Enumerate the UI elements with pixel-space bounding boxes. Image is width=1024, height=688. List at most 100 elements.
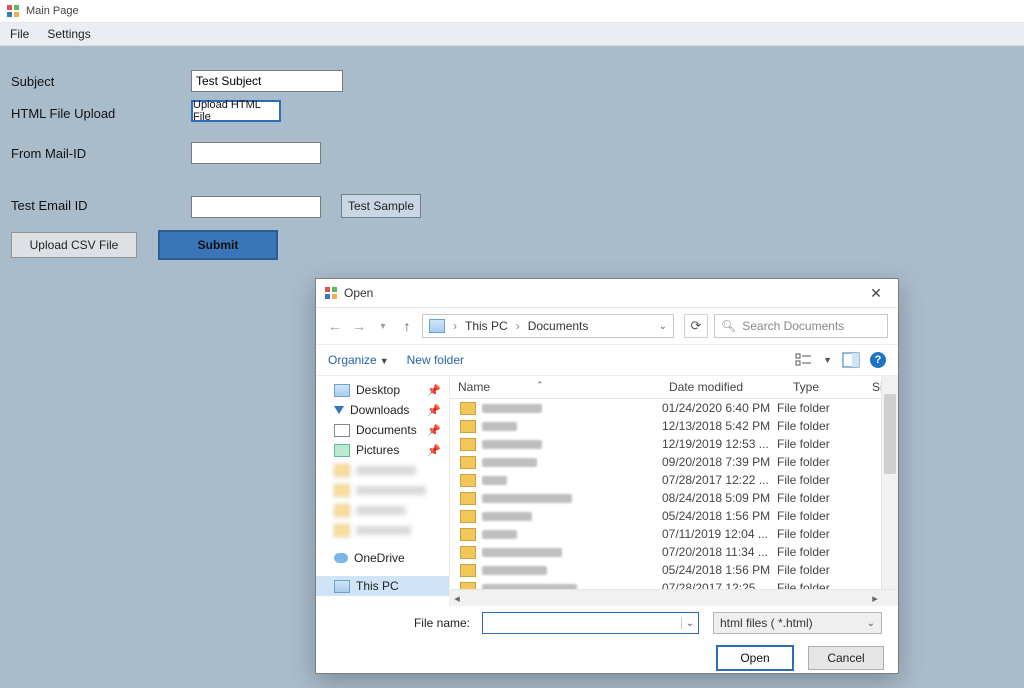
organize-label: Organize bbox=[328, 353, 377, 367]
upload-csv-button[interactable]: Upload CSV File bbox=[11, 232, 137, 258]
tree-item-redacted[interactable] bbox=[316, 480, 449, 500]
folder-icon bbox=[460, 456, 476, 469]
help-button[interactable]: ? bbox=[870, 352, 886, 368]
dialog-nav: ← → ▾ ↑ › This PC › Documents ⌄ ⟳ 🔍︎ Sea… bbox=[316, 308, 898, 345]
main-canvas: Subject HTML File Upload Upload HTML Fil… bbox=[0, 46, 1024, 688]
dialog-close-button[interactable]: ✕ bbox=[862, 282, 890, 304]
tree-this-pc[interactable]: This PC bbox=[316, 576, 449, 596]
tree-desktop[interactable]: Desktop📌 bbox=[316, 380, 449, 400]
table-row[interactable]: 09/20/2018 7:39 PMFile folder bbox=[450, 453, 898, 471]
address-bar[interactable]: › This PC › Documents ⌄ bbox=[422, 314, 674, 338]
table-row[interactable]: 05/24/2018 1:56 PMFile folder bbox=[450, 561, 898, 579]
menu-settings[interactable]: Settings bbox=[47, 27, 90, 41]
file-type: File folder bbox=[777, 455, 847, 469]
chevron-down-icon: ⌄ bbox=[867, 618, 875, 629]
preview-pane-button[interactable] bbox=[842, 352, 860, 368]
search-icon: 🔍︎ bbox=[721, 319, 736, 333]
tree-pictures[interactable]: Pictures📌 bbox=[316, 440, 449, 460]
upload-html-button[interactable]: Upload HTML File bbox=[191, 100, 281, 122]
file-type: File folder bbox=[777, 509, 847, 523]
file-rows: 01/24/2020 6:40 PMFile folder12/13/2018 … bbox=[450, 399, 898, 589]
tree-item-redacted[interactable] bbox=[316, 500, 449, 520]
refresh-button[interactable]: ⟳ bbox=[684, 314, 708, 338]
tree-network[interactable]: Network bbox=[316, 604, 449, 606]
file-name-redacted bbox=[482, 404, 542, 413]
file-date: 07/20/2018 11:34 ... bbox=[662, 545, 777, 559]
table-row[interactable]: 08/24/2018 5:09 PMFile folder bbox=[450, 489, 898, 507]
file-name-redacted bbox=[482, 494, 572, 503]
file-type-filter[interactable]: html files ( *.html) ⌄ bbox=[713, 612, 882, 634]
folder-icon bbox=[460, 510, 476, 523]
tree-onedrive[interactable]: OneDrive bbox=[316, 548, 449, 568]
file-name-redacted bbox=[482, 512, 532, 521]
submit-button-label: Submit bbox=[198, 238, 239, 252]
breadcrumb-folder[interactable]: Documents bbox=[528, 319, 589, 333]
file-name-redacted bbox=[482, 566, 547, 575]
vertical-scrollbar[interactable] bbox=[881, 376, 898, 606]
search-box[interactable]: 🔍︎ Search Documents bbox=[714, 314, 888, 338]
test-email-input[interactable] bbox=[191, 196, 321, 218]
menu-file[interactable]: File bbox=[10, 27, 29, 41]
open-file-dialog: Open ✕ ← → ▾ ↑ › This PC › Documents ⌄ ⟳… bbox=[315, 278, 899, 674]
file-name-combo[interactable]: ⌄ bbox=[482, 612, 699, 634]
pin-icon: 📌 bbox=[427, 424, 441, 437]
file-type: File folder bbox=[777, 437, 847, 451]
folder-icon bbox=[460, 402, 476, 415]
this-pc-icon bbox=[429, 319, 445, 333]
col-type[interactable]: Type bbox=[785, 376, 864, 398]
from-mail-input[interactable] bbox=[191, 142, 321, 164]
new-folder-button[interactable]: New folder bbox=[407, 353, 464, 367]
desktop-icon bbox=[334, 384, 350, 397]
table-row[interactable]: 01/24/2020 6:40 PMFile folder bbox=[450, 399, 898, 417]
file-date: 07/11/2019 12:04 ... bbox=[662, 527, 777, 541]
tree-item-label: Downloads bbox=[350, 403, 409, 417]
chevron-down-icon[interactable]: ▼ bbox=[823, 355, 832, 365]
file-name-input[interactable] bbox=[483, 616, 681, 630]
breadcrumb-root[interactable]: This PC bbox=[465, 319, 508, 333]
organize-menu[interactable]: Organize▼ bbox=[328, 353, 389, 367]
folder-icon bbox=[460, 528, 476, 541]
submit-button[interactable]: Submit bbox=[158, 230, 278, 260]
chevron-down-icon[interactable]: ⌄ bbox=[659, 321, 667, 332]
table-row[interactable]: 07/28/2017 12:25 ...File folder bbox=[450, 579, 898, 589]
table-row[interactable]: 12/19/2019 12:53 ...File folder bbox=[450, 435, 898, 453]
col-name[interactable]: Name bbox=[450, 376, 661, 398]
nav-forward-button[interactable]: → bbox=[350, 317, 368, 335]
chevron-down-icon[interactable]: ⌄ bbox=[681, 618, 698, 629]
tree-documents[interactable]: Documents📌 bbox=[316, 420, 449, 440]
scrollbar-thumb[interactable] bbox=[884, 394, 896, 474]
table-row[interactable]: 07/20/2018 11:34 ...File folder bbox=[450, 543, 898, 561]
upload-csv-button-label: Upload CSV File bbox=[30, 238, 119, 252]
file-type: File folder bbox=[777, 527, 847, 541]
view-options-button[interactable] bbox=[795, 352, 813, 368]
tree-downloads[interactable]: Downloads📌 bbox=[316, 400, 449, 420]
upload-html-button-label: Upload HTML File bbox=[193, 99, 279, 123]
file-type: File folder bbox=[777, 491, 847, 505]
dialog-filename-row: File name: ⌄ html files ( *.html) ⌄ bbox=[316, 606, 898, 640]
table-row[interactable]: 07/11/2019 12:04 ...File folder bbox=[450, 525, 898, 543]
open-button-label: Open bbox=[740, 651, 769, 665]
file-date: 05/24/2018 1:56 PM bbox=[662, 563, 777, 577]
table-row[interactable]: 12/13/2018 5:42 PMFile folder bbox=[450, 417, 898, 435]
dialog-open-button[interactable]: Open bbox=[716, 645, 794, 671]
table-row[interactable]: 05/24/2018 1:56 PMFile folder bbox=[450, 507, 898, 525]
file-type: File folder bbox=[777, 473, 847, 487]
col-date[interactable]: Date modified bbox=[661, 376, 785, 398]
help-icon: ? bbox=[875, 354, 882, 366]
nav-recent-button[interactable]: ▾ bbox=[374, 317, 392, 335]
scroll-right-icon[interactable]: ▸ bbox=[868, 591, 882, 605]
file-date: 08/24/2018 5:09 PM bbox=[662, 491, 777, 505]
horizontal-scrollbar[interactable]: ◂ ▸ bbox=[450, 589, 898, 606]
nav-up-button[interactable]: ↑ bbox=[398, 317, 416, 335]
tree-item-redacted[interactable] bbox=[316, 520, 449, 540]
table-row[interactable]: 07/28/2017 12:22 ...File folder bbox=[450, 471, 898, 489]
documents-icon bbox=[334, 424, 350, 437]
test-sample-button[interactable]: Test Sample bbox=[341, 194, 421, 218]
filter-label: html files ( *.html) bbox=[720, 616, 813, 630]
scroll-left-icon[interactable]: ◂ bbox=[450, 591, 464, 605]
subject-input[interactable] bbox=[191, 70, 343, 92]
dialog-cancel-button[interactable]: Cancel bbox=[808, 646, 884, 670]
nav-back-button[interactable]: ← bbox=[326, 317, 344, 335]
menubar: File Settings bbox=[0, 23, 1024, 46]
tree-item-redacted[interactable] bbox=[316, 460, 449, 480]
